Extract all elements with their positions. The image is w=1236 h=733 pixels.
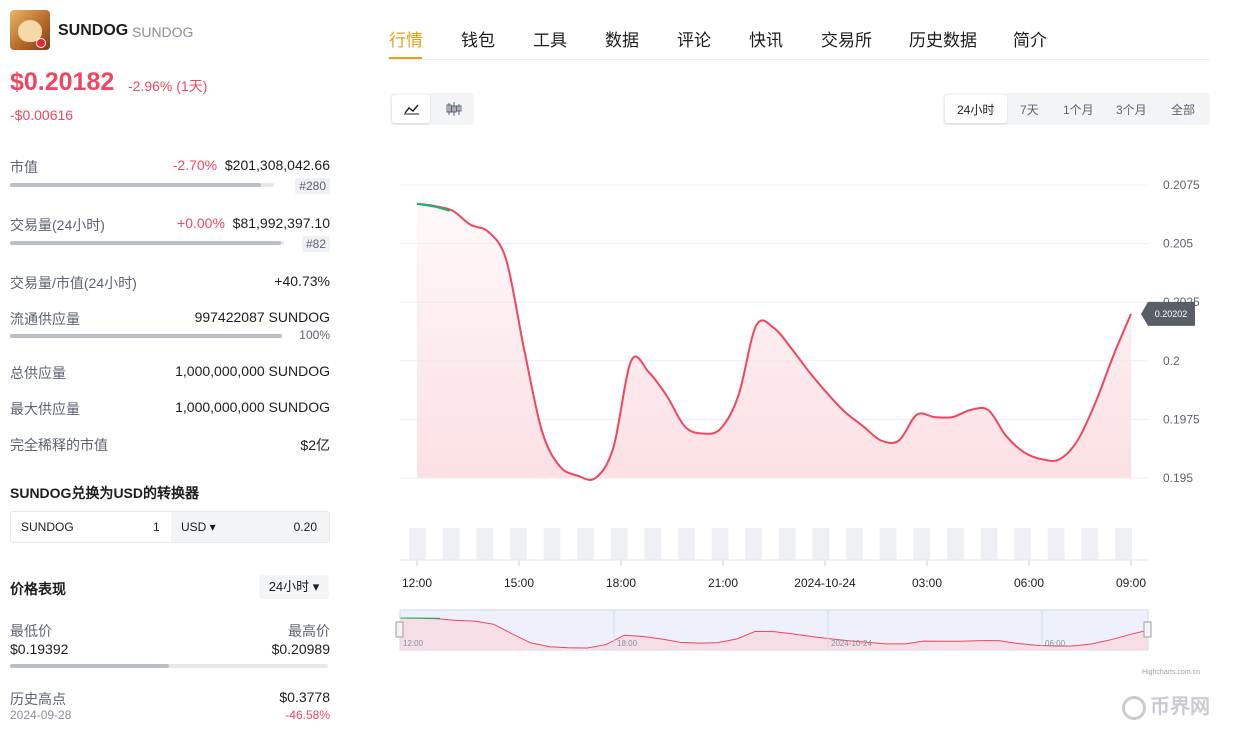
volume-bar bbox=[409, 528, 426, 560]
volume-bar bbox=[543, 528, 561, 560]
volume-bar bbox=[846, 528, 864, 560]
navigator-label: 18:00 bbox=[617, 639, 638, 648]
volume-bar bbox=[442, 528, 460, 560]
y-tick-label: 0.2075 bbox=[1163, 178, 1200, 192]
volume-bar bbox=[980, 528, 998, 560]
volume-bar bbox=[644, 528, 662, 560]
y-tick-label: 0.2 bbox=[1163, 354, 1180, 368]
x-tick-label: 06:00 bbox=[1014, 576, 1044, 590]
volume-bar bbox=[745, 528, 763, 560]
navigator-left-handle bbox=[395, 621, 404, 638]
x-tick-label: 15:00 bbox=[504, 576, 534, 590]
price-area bbox=[417, 203, 1131, 480]
volume-bar bbox=[812, 528, 830, 560]
volume-bar bbox=[610, 528, 628, 560]
volume-bar bbox=[677, 528, 695, 560]
volume-bar bbox=[1081, 528, 1099, 560]
site-watermark: 币界网 bbox=[1122, 690, 1210, 720]
volume-bar bbox=[509, 528, 527, 560]
volume-bar bbox=[711, 528, 729, 560]
x-tick-label: 18:00 bbox=[606, 576, 636, 590]
volume-bar bbox=[913, 528, 931, 560]
y-tick-label: 0.1975 bbox=[1163, 412, 1200, 426]
volume-bar bbox=[1047, 528, 1065, 560]
volume-bar bbox=[577, 528, 595, 560]
volume-bar bbox=[879, 528, 897, 560]
x-tick-label: 09:00 bbox=[1116, 576, 1146, 590]
current-price-label: 0.20202 bbox=[1155, 309, 1188, 319]
navigator-right-handle bbox=[1143, 621, 1152, 638]
navigator-label: 06:00 bbox=[1045, 639, 1066, 648]
navigator-label: 2024-10-24 bbox=[831, 639, 872, 648]
volume-bar bbox=[476, 528, 494, 560]
volume-bar bbox=[778, 528, 796, 560]
volume-bar bbox=[1014, 528, 1032, 560]
y-tick-label: 0.205 bbox=[1163, 237, 1193, 251]
x-tick-label: 21:00 bbox=[708, 576, 738, 590]
volume-bar bbox=[1115, 528, 1132, 560]
x-tick-label: 03:00 bbox=[912, 576, 942, 590]
coin-watermark-icon bbox=[1122, 695, 1146, 720]
y-tick-label: 0.195 bbox=[1163, 471, 1193, 485]
volume-bar bbox=[946, 528, 964, 560]
x-tick-label: 2024-10-24 bbox=[794, 576, 856, 590]
price-chart: 0.20750.2050.20250.20.19750.1950.2020212… bbox=[395, 178, 1200, 676]
chart-credit: Highcharts.com.cn bbox=[1142, 669, 1200, 676]
navigator-label: 12:00 bbox=[403, 639, 424, 648]
x-tick-label: 12:00 bbox=[402, 576, 432, 590]
